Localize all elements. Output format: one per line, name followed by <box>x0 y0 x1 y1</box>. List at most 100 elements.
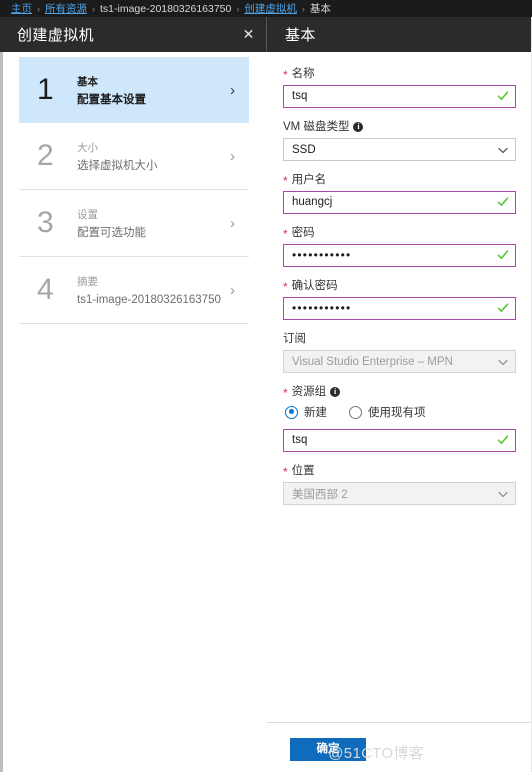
step-subtitle: ts1-image-20180326163750 <box>77 294 221 306</box>
valid-check-icon <box>497 90 509 102</box>
basics-blade-titlebar: 基本 ✕ <box>267 17 532 52</box>
chevron-down-icon <box>498 489 508 498</box>
label-text: 名称 <box>291 68 315 80</box>
watermark-text: @51CTO博客 <box>328 745 424 762</box>
label-text: 资源组 <box>291 386 327 398</box>
chevron-down-icon <box>498 145 508 154</box>
valid-check-icon <box>497 196 509 208</box>
create-vm-blade-title: 创建虚拟机 <box>17 27 95 44</box>
required-marker: * <box>283 465 288 479</box>
password-input[interactable]: ••••••••••• <box>283 244 516 267</box>
step-number: 2 <box>37 139 54 172</box>
field-label: * 确认密码 <box>283 278 516 294</box>
wizard-step-size[interactable]: 2 大小 选择虚拟机大小 › <box>19 123 249 189</box>
field-name: * 名称 tsq <box>283 66 516 108</box>
breadcrumb-separator: › <box>92 3 95 14</box>
required-marker: * <box>283 227 288 241</box>
step-number: 1 <box>37 73 54 106</box>
step-subtitle: 配置基本设置 <box>77 94 146 106</box>
chevron-right-icon: › <box>230 214 235 232</box>
breadcrumb-separator: › <box>37 3 40 14</box>
wizard-steps: 1 基本 配置基本设置 › 2 大小 选择虚拟机大小 › 3 设置 配置可选功能… <box>19 57 249 324</box>
field-resource-group: * 资源组 i 新建 使用现有项 tsq <box>283 384 516 452</box>
radio-mark-icon <box>285 405 298 419</box>
resource-group-input-value: tsq <box>292 434 308 446</box>
create-vm-blade-body: 1 基本 配置基本设置 › 2 大小 选择虚拟机大小 › 3 设置 配置可选功能… <box>0 52 266 772</box>
radio-mark-icon <box>349 405 362 419</box>
valid-check-icon <box>497 434 509 446</box>
step-subtitle: 选择虚拟机大小 <box>77 160 158 172</box>
required-marker: * <box>283 68 288 82</box>
subscription-select[interactable]: Visual Studio Enterprise – MPN <box>283 350 516 373</box>
basics-blade-body: * 名称 tsq VM 磁盘类型 i SSD * 用户名 huangcj * 密… <box>267 52 532 772</box>
label-text: 用户名 <box>291 174 327 186</box>
chevron-down-icon <box>498 357 508 366</box>
watermark: @51CTO博客 <box>328 742 424 763</box>
step-title: 设置 <box>77 209 98 221</box>
step-title: 摘要 <box>77 276 98 288</box>
field-label: * 位置 <box>283 463 516 479</box>
step-number: 3 <box>37 206 54 239</box>
field-label: * 密码 <box>283 225 516 241</box>
field-subscription: 订阅 Visual Studio Enterprise – MPN <box>283 331 516 373</box>
chevron-right-icon: › <box>230 281 235 299</box>
breadcrumb-item-all-resources[interactable]: 所有资源 <box>45 1 87 16</box>
subscription-value: Visual Studio Enterprise – MPN <box>292 355 453 368</box>
breadcrumb-item-image[interactable]: ts1-image-20180326163750 <box>100 3 231 15</box>
create-vm-blade-titlebar: 创建虚拟机 ✕ <box>0 17 266 52</box>
label-text: 位置 <box>291 465 315 477</box>
label-text: 订阅 <box>283 333 306 345</box>
location-value: 美国西部 2 <box>292 488 348 501</box>
chevron-right-icon: › <box>230 81 235 99</box>
required-marker: * <box>283 386 288 400</box>
field-location: * 位置 美国西部 2 <box>283 463 516 505</box>
step-subtitle: 配置可选功能 <box>77 227 146 239</box>
confirm-password-input[interactable]: ••••••••••• <box>283 297 516 320</box>
disk-type-select[interactable]: SSD <box>283 138 516 161</box>
valid-check-icon <box>497 249 509 261</box>
field-disk-type: VM 磁盘类型 i SSD <box>283 119 516 161</box>
label-text: 密码 <box>291 227 315 239</box>
resource-group-mode-radios: 新建 使用现有项 <box>285 404 516 420</box>
breadcrumb-item-basics: 基本 <box>309 3 331 15</box>
valid-check-icon <box>497 302 509 314</box>
close-icon[interactable]: ✕ <box>240 26 257 43</box>
location-select[interactable]: 美国西部 2 <box>283 482 516 505</box>
chevron-right-icon: › <box>230 147 235 165</box>
label-text: VM 磁盘类型 <box>283 121 350 133</box>
breadcrumb: 主页 › 所有资源 › ts1-image-20180326163750 › 创… <box>0 0 532 17</box>
step-title: 大小 <box>77 142 98 154</box>
radio-use-existing[interactable]: 使用现有项 <box>349 404 426 420</box>
wizard-step-basics[interactable]: 1 基本 配置基本设置 › <box>19 57 249 123</box>
disk-type-value: SSD <box>292 143 316 156</box>
step-divider <box>19 323 249 324</box>
name-input-value: tsq <box>292 90 308 102</box>
required-marker: * <box>283 174 288 188</box>
radio-create-new[interactable]: 新建 <box>285 404 327 420</box>
field-label: * 资源组 i <box>283 384 516 400</box>
breadcrumb-item-home[interactable]: 主页 <box>11 1 32 16</box>
field-label: 订阅 <box>283 331 516 347</box>
password-input-value: ••••••••••• <box>292 248 352 262</box>
info-icon[interactable]: i <box>330 387 341 397</box>
field-label: VM 磁盘类型 i <box>283 119 516 135</box>
label-text: 确认密码 <box>291 280 338 292</box>
breadcrumb-item-create-vm[interactable]: 创建虚拟机 <box>244 1 297 16</box>
wizard-step-summary[interactable]: 4 摘要 ts1-image-20180326163750 › <box>19 257 249 323</box>
field-label: * 名称 <box>283 66 516 82</box>
required-marker: * <box>283 280 288 294</box>
field-password: * 密码 ••••••••••• <box>283 225 516 267</box>
resource-group-input[interactable]: tsq <box>283 429 516 452</box>
wizard-step-settings[interactable]: 3 设置 配置可选功能 › <box>19 190 249 256</box>
breadcrumb-separator: › <box>236 3 240 14</box>
field-username: * 用户名 huangcj <box>283 172 516 214</box>
step-title: 基本 <box>77 76 98 88</box>
basics-blade-title: 基本 <box>285 27 316 44</box>
info-icon[interactable]: i <box>353 122 364 132</box>
radio-label: 新建 <box>304 407 327 419</box>
name-input[interactable]: tsq <box>283 85 516 108</box>
field-label: * 用户名 <box>283 172 516 188</box>
username-input[interactable]: huangcj <box>283 191 516 214</box>
step-number: 4 <box>37 273 54 306</box>
field-confirm-password: * 确认密码 ••••••••••• <box>283 278 516 320</box>
